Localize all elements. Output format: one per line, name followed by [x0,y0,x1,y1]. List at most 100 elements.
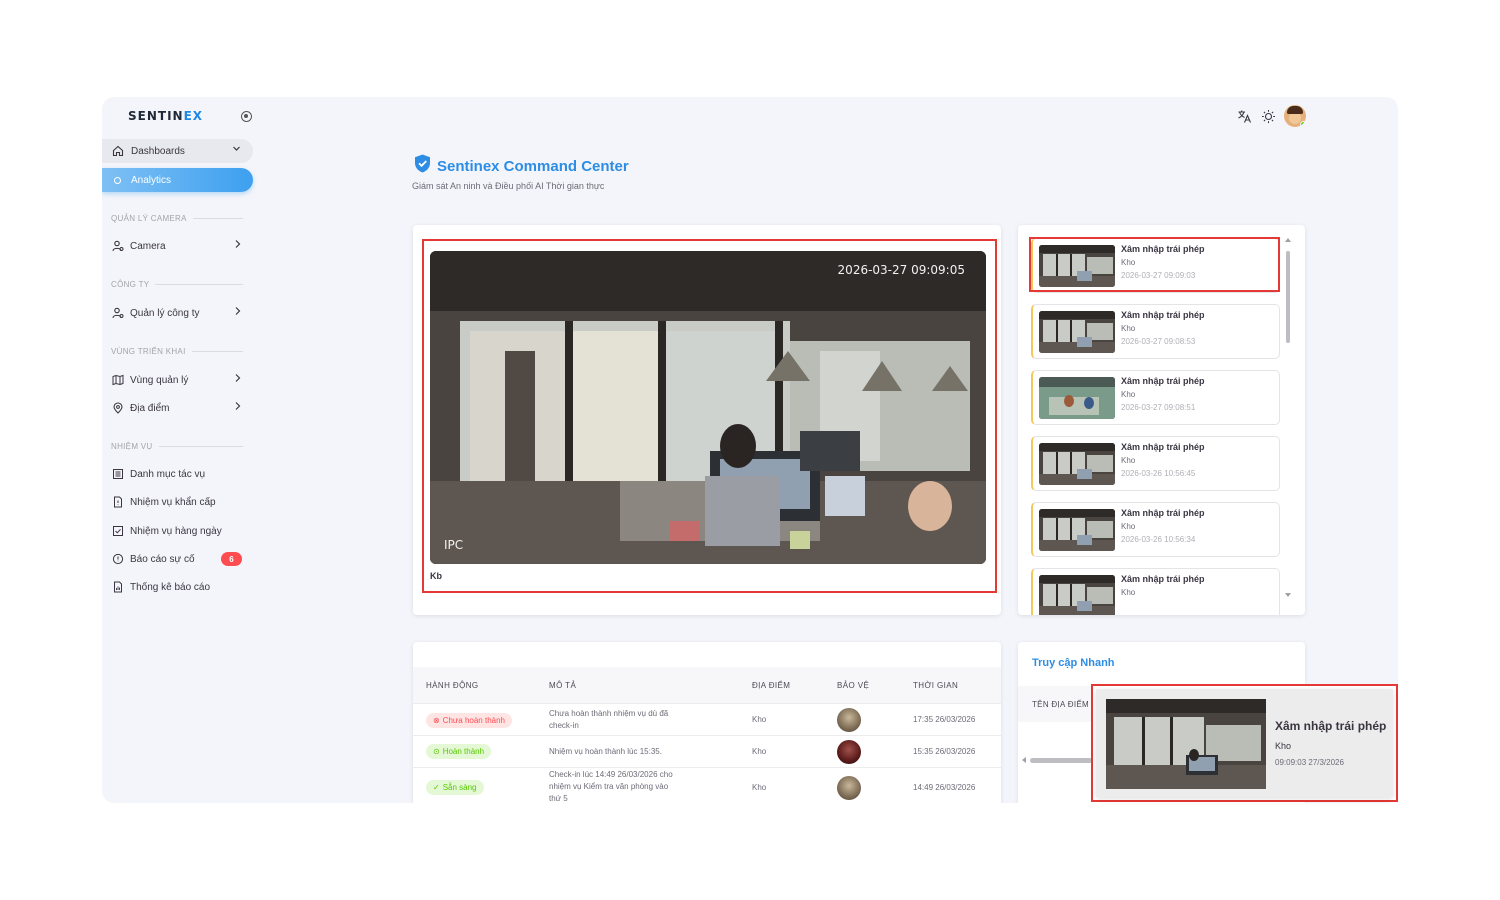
guard-avatar[interactable] [837,740,861,764]
chevron-right-icon [234,306,242,319]
sidebar-item-label: Nhiệm vụ hàng ngày [130,525,222,537]
sidebar-item-zones[interactable]: Vùng quản lý [112,370,242,390]
sidebar-item-camera[interactable]: Camera [112,236,242,256]
page-title: Sentinex Command Center [414,154,629,178]
sun-icon[interactable] [1260,108,1276,124]
activity-table-card: HÀNH ĐỘNG MÔ TẢ ĐỊA ĐIỂM BẢO VỆ THỜI GIA… [413,642,1001,803]
report-icon [112,581,124,593]
sidebar-item-label: Danh mục tác vụ [130,468,206,480]
column-header-action: HÀNH ĐỘNG [426,681,479,690]
video-overlay-label: IPC [444,538,464,552]
sidebar-item-label: Dashboards [131,145,185,157]
camera-user-icon [112,240,124,252]
notification-badge: 6 [221,552,242,566]
alert-toast-location: Kho [1275,741,1292,751]
home-icon [112,145,124,157]
alerts-list-card: Xâm nhập trái phép Kho 2026-03-27 09:09:03… [1018,225,1305,615]
column-header-time: THỜI GIAN [913,681,959,690]
camera-feed-card: 2026-03-27 09:09:05 IPC Kb [413,225,1001,615]
sidebar-item-dashboards[interactable]: Dashboards [102,139,253,163]
alert-toast-title: Xâm nhập trái phép [1275,719,1387,733]
brand-name-accent: EX [183,109,204,123]
table-row[interactable]: ⊙ Hoàn thành Nhiệm vụ hoàn thành lúc 15:3… [413,735,1001,767]
translate-icon[interactable] [1236,108,1252,124]
alert-thumbnail [1039,311,1115,353]
sidebar-item-incident-report[interactable]: Báo cáo sự cố 6 [112,549,242,569]
status-chip: ✓ Sẵn sàng [426,780,484,795]
alert-title: Xâm nhập trái phép [1121,508,1205,518]
alert-title: Xâm nhập trái phép [1121,574,1205,584]
sidebar-item-label: Địa điểm [130,402,170,414]
alert-toast-highlight: Xâm nhập trái phép Kho 09:09:03 27/3/202… [1091,684,1398,802]
sidebar-item-urgent-tasks[interactable]: Nhiệm vụ khẩn cấp [112,492,242,512]
alert-item[interactable]: Xâm nhập trái phép Kho 2026-03-26 10:56:34 [1031,502,1280,557]
alert-location: Kho [1121,588,1136,597]
alert-time: 2026-03-27 09:08:51 [1121,403,1196,412]
shield-check-icon [414,154,431,178]
alert-toast[interactable]: Xâm nhập trái phép Kho 09:09:03 27/3/202… [1096,689,1393,797]
column-header-location-name: TÊN ĐỊA ĐIỂM [1032,700,1089,709]
scrollbar-thumb[interactable] [1286,251,1290,343]
sidebar-item-label: Camera [130,240,166,252]
sidebar-item-label: Nhiệm vụ khẩn cấp [130,496,216,508]
check-icon: ✓ [433,783,440,792]
horizontal-scrollbar-thumb[interactable] [1030,758,1092,763]
row-time: 17:35 26/03/2026 [913,715,976,724]
sidebar-item-locations[interactable]: Địa điểm [112,398,242,418]
map-pin-icon [112,402,124,414]
sidebar-item-label: Analytics [131,174,172,186]
status-chip: ⊙ Hoàn thành [426,744,492,759]
row-location: Kho [752,783,767,792]
alert-title: Xâm nhập trái phép [1121,310,1205,320]
alert-item[interactable]: Xâm nhập trái phép Kho [1031,568,1280,615]
brand-logo[interactable]: SENTINEX [128,109,203,123]
section-header-company: CÔNG TY [111,280,243,289]
sidebar-item-label: Vùng quản lý [130,374,189,386]
guard-avatar[interactable] [837,708,861,732]
sidebar-item-analytics[interactable]: Analytics [102,168,253,192]
row-location: Kho [752,715,767,724]
alert-time: 2026-03-26 10:56:34 [1121,535,1196,544]
alert-toast-thumbnail [1106,699,1266,789]
alert-title: Xâm nhập trái phép [1121,442,1205,452]
row-location: Kho [752,747,767,756]
map-icon [112,374,124,386]
sidebar-item-label: Quản lý công ty [130,307,200,319]
chevron-down-icon [232,144,241,156]
alert-item[interactable]: Xâm nhập trái phép Kho 2026-03-27 09:08:53 [1031,304,1280,359]
sidebar-toggle-icon[interactable] [241,111,252,122]
column-header-description: MÔ TẢ [549,681,577,690]
chevron-right-icon [234,239,242,252]
scroll-down-icon[interactable] [1285,593,1291,597]
x-circle-icon: ⊗ [433,716,440,725]
selection-highlight [1029,237,1280,292]
alert-title: Xâm nhập trái phép [1121,376,1205,386]
scroll-up-icon[interactable] [1285,238,1291,242]
table-row[interactable]: ✓ Sẵn sàng Check-in lúc 14:49 26/03/2026 … [413,767,1001,803]
section-header-deployment: VÙNG TRIỂN KHAI [111,347,243,356]
sidebar-item-daily-tasks[interactable]: Nhiệm vụ hàng ngày [112,521,242,541]
section-header-tasks: NHIỆM VỤ [111,442,243,451]
row-time: 15:35 26/03/2026 [913,747,976,756]
scroll-left-icon[interactable] [1022,757,1026,763]
user-avatar[interactable] [1284,105,1306,127]
checkbox-icon [112,525,124,537]
row-time: 14:49 26/03/2026 [913,783,976,792]
alert-item[interactable]: Xâm nhập trái phép Kho 2026-03-27 09:08:51 [1031,370,1280,425]
alert-location: Kho [1121,390,1136,399]
alert-item[interactable]: Xâm nhập trái phép Kho 2026-03-26 10:56:45 [1031,436,1280,491]
circle-icon [114,176,121,184]
sidebar-item-company[interactable]: Quản lý công ty [112,303,242,323]
row-description: Nhiệm vụ hoàn thành lúc 15:35. [549,747,662,756]
table-row[interactable]: ⊗ Chưa hoàn thành Chưa hoàn thành nhiệm v… [413,703,1001,735]
check-circle-icon: ⊙ [433,747,440,756]
section-header-camera: QUẢN LÝ CAMERA [111,214,243,223]
alert-circle-icon [112,553,124,565]
guard-avatar[interactable] [837,776,861,800]
sidebar: SENTINEX Dashboards Analytics QUẢN LÝ CA… [102,97,262,803]
sidebar-item-report-stats[interactable]: Thống kê báo cáo [112,577,242,597]
sidebar-item-task-catalog[interactable]: Danh mục tác vụ [112,464,242,484]
camera-video-feed[interactable]: 2026-03-27 09:09:05 IPC [430,251,986,564]
alert-thumbnail [1039,443,1115,485]
sidebar-item-label: Thống kê báo cáo [130,581,211,593]
